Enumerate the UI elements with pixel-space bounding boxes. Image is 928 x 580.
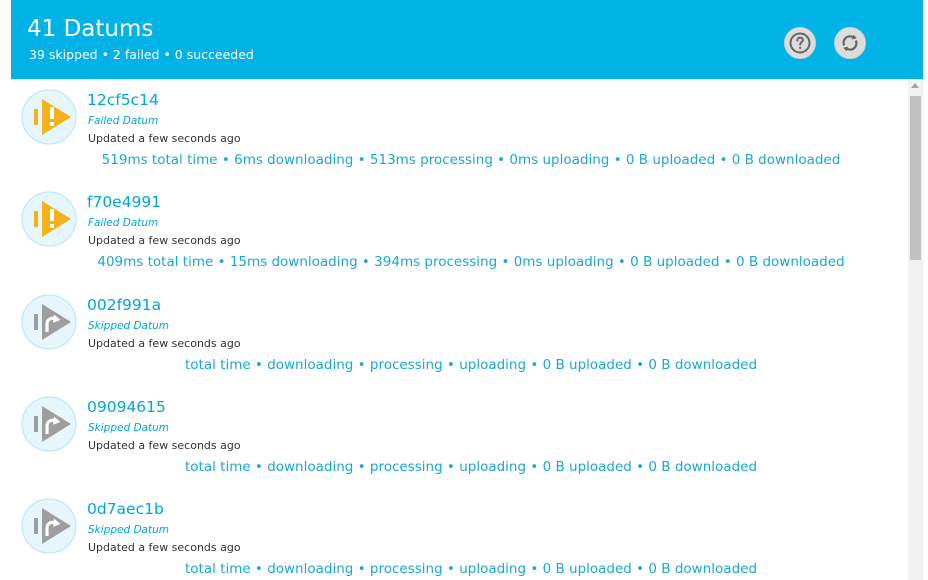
page-title: 41 Datums bbox=[27, 16, 154, 42]
datum-row[interactable]: 12cf5c14 Failed Datum Updated a few seco… bbox=[11, 79, 908, 181]
datum-updated: Updated a few seconds ago bbox=[88, 337, 241, 350]
datum-state: Failed Datum bbox=[88, 115, 159, 127]
datum-row[interactable]: 09094615 Skipped Datum Updated a few sec… bbox=[11, 386, 908, 488]
datum-updated: Updated a few seconds ago bbox=[88, 132, 241, 145]
datum-row[interactable]: f70e4991 Failed Datum Updated a few seco… bbox=[11, 181, 908, 283]
failed-datum-icon bbox=[21, 191, 77, 247]
datum-state: Skipped Datum bbox=[88, 524, 169, 536]
scroll-up-arrow-icon[interactable] bbox=[911, 83, 919, 88]
skipped-datum-icon bbox=[21, 294, 77, 350]
datum-id[interactable]: 0d7aec1b bbox=[87, 500, 164, 518]
skipped-datum-icon bbox=[21, 498, 77, 554]
datum-updated: Updated a few seconds ago bbox=[88, 439, 241, 452]
datum-list: 12cf5c14 Failed Datum Updated a few seco… bbox=[11, 79, 908, 580]
datum-state: Skipped Datum bbox=[88, 422, 169, 434]
datum-row[interactable]: 0d7aec1b Skipped Datum Updated a few sec… bbox=[11, 488, 908, 580]
scrollbar[interactable] bbox=[908, 79, 923, 580]
refresh-button[interactable] bbox=[834, 27, 866, 59]
help-circle-icon bbox=[789, 32, 811, 54]
datum-row[interactable]: 002f991a Skipped Datum Updated a few sec… bbox=[11, 284, 908, 386]
datum-stats: total time • downloading • processing • … bbox=[184, 459, 758, 475]
datum-id[interactable]: f70e4991 bbox=[87, 193, 161, 211]
skipped-datum-icon bbox=[21, 396, 77, 452]
scrollbar-thumb[interactable] bbox=[910, 96, 921, 260]
datum-id[interactable]: 12cf5c14 bbox=[87, 91, 159, 109]
datum-id[interactable]: 002f991a bbox=[87, 296, 161, 314]
datum-id[interactable]: 09094615 bbox=[87, 398, 166, 416]
datum-stats: 409ms total time • 15ms downloading • 39… bbox=[97, 254, 845, 270]
datum-state: Failed Datum bbox=[88, 217, 159, 229]
datum-updated: Updated a few seconds ago bbox=[88, 234, 241, 247]
datum-state: Skipped Datum bbox=[88, 320, 169, 332]
datum-summary: 39 skipped • 2 failed • 0 succeeded bbox=[29, 47, 254, 62]
datum-stats: total time • downloading • processing • … bbox=[184, 357, 758, 373]
refresh-icon bbox=[842, 34, 858, 52]
datum-stats: total time • downloading • processing • … bbox=[184, 561, 758, 577]
help-button[interactable] bbox=[784, 27, 816, 59]
datums-header: 41 Datums 39 skipped • 2 failed • 0 succ… bbox=[11, 0, 923, 79]
datum-stats: 519ms total time • 6ms downloading • 513… bbox=[101, 152, 841, 168]
failed-datum-icon bbox=[21, 89, 77, 145]
datum-updated: Updated a few seconds ago bbox=[88, 541, 241, 554]
